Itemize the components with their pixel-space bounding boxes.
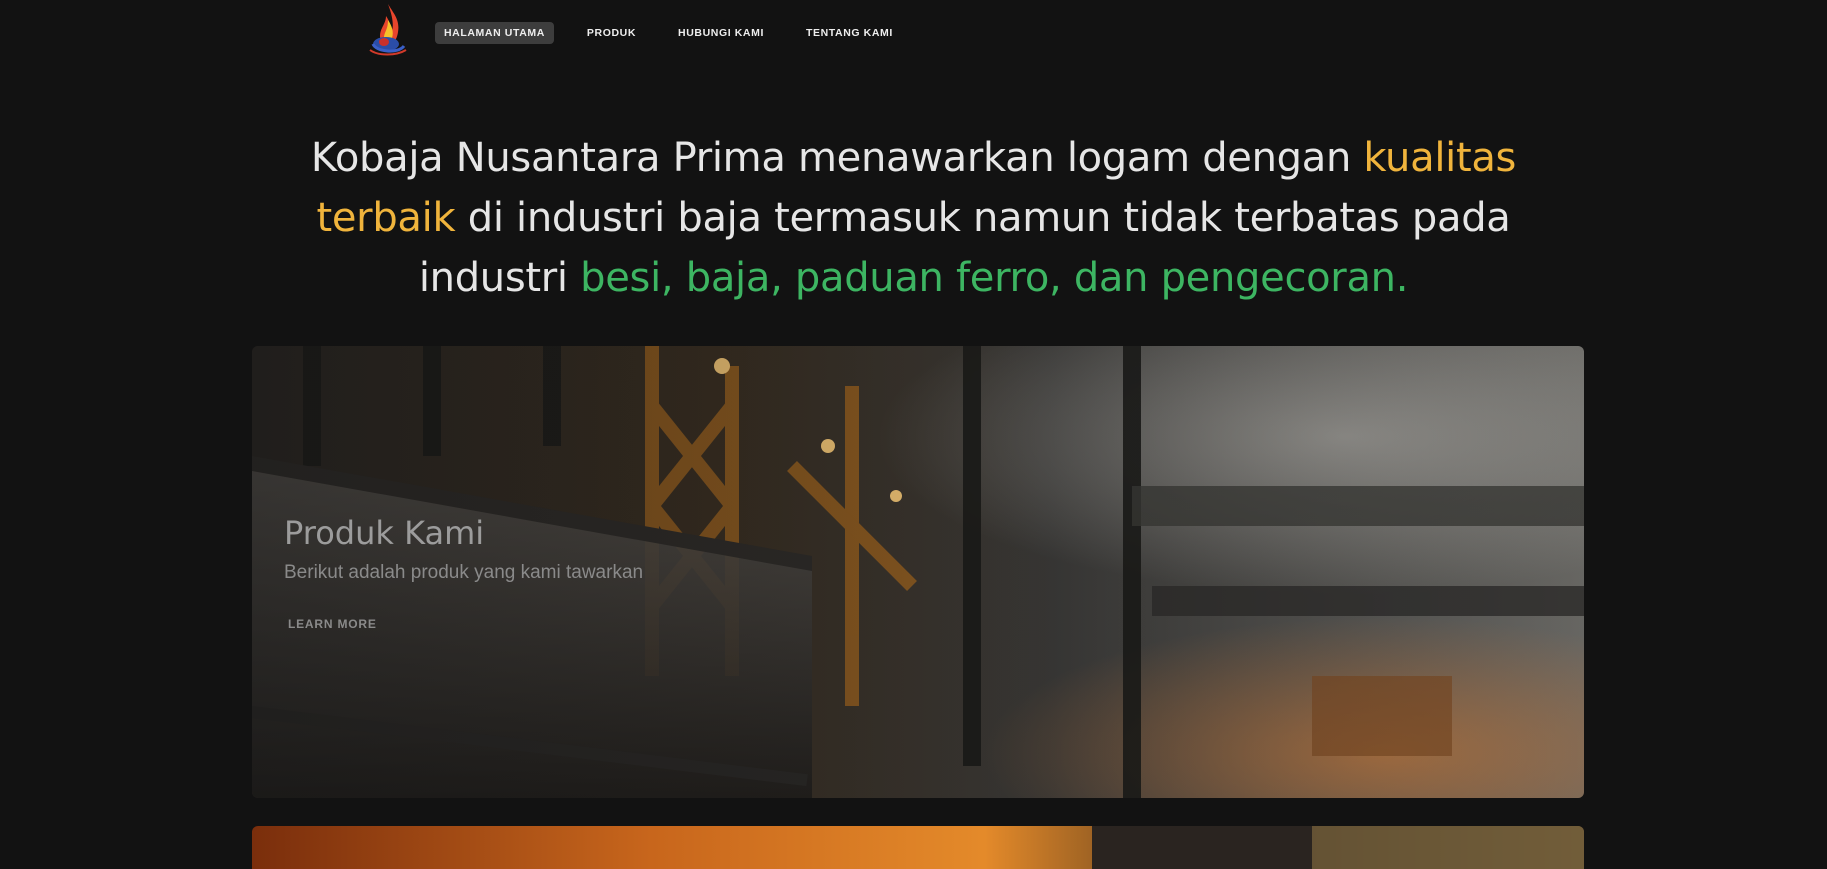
main-menu: HALAMAN UTAMA PRODUK HUBUNGI KAMI TENTAN… [435,22,918,44]
nav-item-hubungi-kami[interactable]: HUBUNGI KAMI [669,22,773,44]
headline-text-1: Kobaja Nusantara Prima menawarkan logam … [310,135,1364,181]
headline-highlight-industries: besi, baja, paduan ferro, dan pengecoran… [580,255,1409,301]
nav-item-produk[interactable]: PRODUK [578,22,645,44]
top-navbar: HALAMAN UTAMA PRODUK HUBUNGI KAMI TENTAN… [0,0,1827,66]
card-title: Produk Kami [284,514,485,552]
nav-item-halaman-utama[interactable]: HALAMAN UTAMA [435,22,554,44]
second-card[interactable] [252,826,1584,869]
flame-logo-icon [369,4,407,56]
molten-metal-background-image [252,826,1584,869]
nav-item-tentang-kami[interactable]: TENTANG KAMI [797,22,902,44]
hero-headline: Kobaja Nusantara Prima menawarkan logam … [250,128,1577,308]
card-subtitle: Berikut adalah produk yang kami tawarkan [284,562,644,583]
learn-more-button[interactable]: LEARN MORE [288,617,377,631]
company-logo[interactable] [364,2,412,58]
products-hero-card[interactable]: Produk Kami Berikut adalah produk yang k… [252,346,1584,798]
page: HALAMAN UTAMA PRODUK HUBUNGI KAMI TENTAN… [0,0,1827,869]
